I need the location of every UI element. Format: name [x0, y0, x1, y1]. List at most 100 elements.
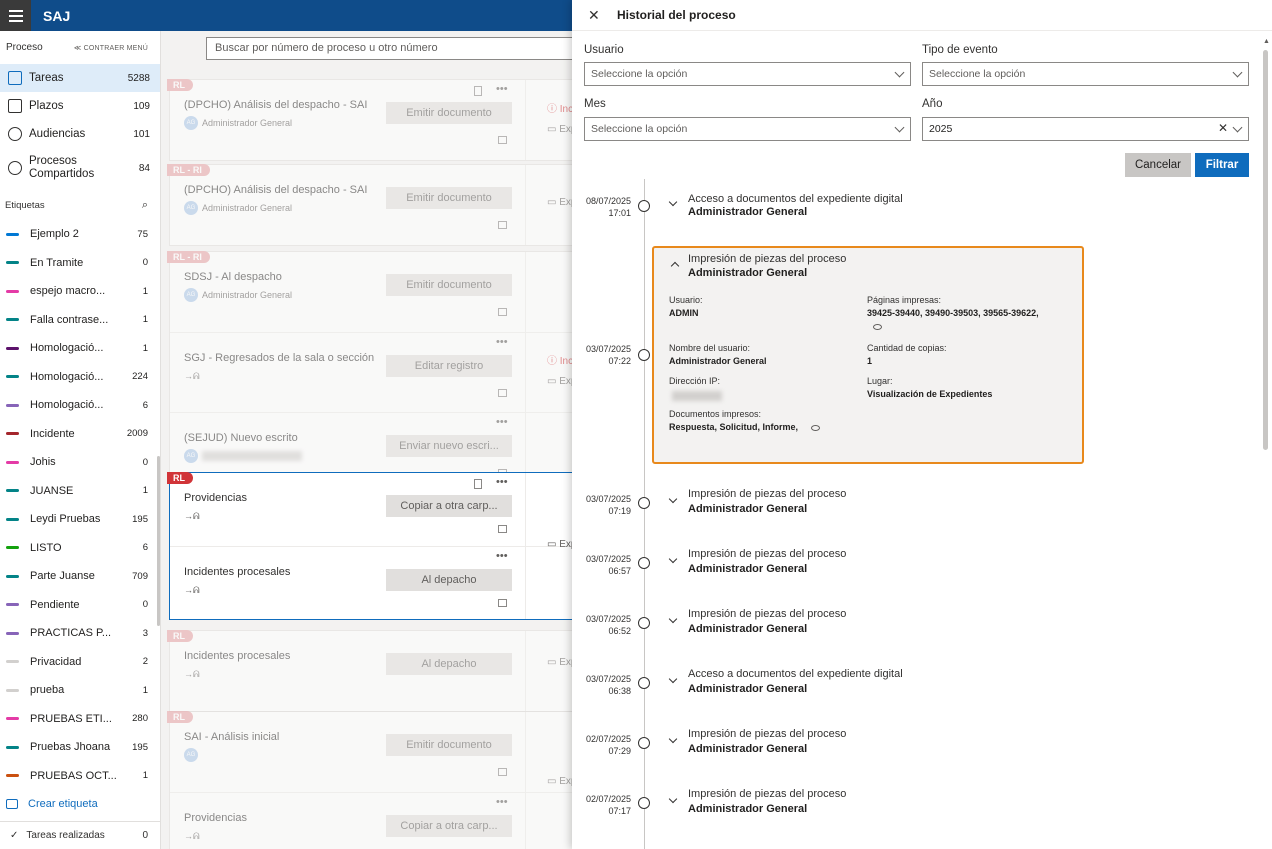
task-action-button[interactable]: Editar registro — [386, 355, 512, 377]
task-action-button[interactable]: Emitir documento — [386, 274, 512, 296]
event-title: Impresión de piezas del proceso — [688, 728, 847, 740]
tag-label: PRACTICAS P... — [30, 627, 112, 640]
sidebar-tag-item[interactable]: PRACTICAS P... 3 — [0, 619, 160, 648]
sidebar-tag-item[interactable]: En Tramite 0 — [0, 249, 160, 278]
scroll-up-icon[interactable]: ▲ — [1263, 38, 1270, 45]
filter-user-select[interactable]: Seleccione la opción — [584, 62, 911, 86]
task-action-button[interactable]: Emitir documento — [386, 102, 512, 124]
sidebar-scrollbar[interactable] — [157, 456, 160, 626]
chevron-up-icon[interactable] — [670, 261, 680, 271]
menu-icon[interactable] — [0, 0, 31, 31]
task-action-button[interactable]: Emitir documento — [386, 734, 512, 756]
sidebar-tag-item[interactable]: Homologació... 6 — [0, 391, 160, 420]
sidebar-item-tareas[interactable]: Tareas 5288 — [0, 64, 160, 92]
more-icon[interactable]: ••• — [496, 550, 508, 562]
eye-icon[interactable] — [811, 425, 820, 431]
clear-icon[interactable]: ✕ — [1218, 121, 1228, 135]
collapse-menu-button[interactable]: ≪ CONTRAER MENÚ — [74, 44, 148, 52]
tag-label: Incidente — [30, 427, 75, 440]
task-row[interactable]: ••• Providencias →ᕱ Copiar a otra carp..… — [170, 792, 572, 849]
event-user: Administrador General — [688, 267, 808, 279]
task-action-button[interactable]: Al depacho — [386, 653, 512, 675]
sidebar-tag-item[interactable]: PRUEBAS OCT... 1 — [0, 762, 160, 791]
cancel-button[interactable]: Cancelar — [1125, 153, 1191, 177]
more-icon[interactable]: ••• — [496, 796, 508, 808]
sidebar-tag-item[interactable]: Homologació... 224 — [0, 363, 160, 392]
task-row[interactable]: ••• Providencias →ᕱ Copiar a otra carp..… — [170, 473, 572, 546]
chevron-down-icon[interactable] — [668, 614, 678, 624]
tag-color-swatch — [6, 375, 19, 379]
chevron-down-icon[interactable] — [668, 734, 678, 744]
sidebar-tag-item[interactable]: Pruebas Jhoana 195 — [0, 733, 160, 762]
sidebar-item-audiencias[interactable]: Audiencias 101 — [0, 120, 160, 148]
task-row[interactable]: ••• Incidentes procesales →ᕱ Al depacho — [170, 546, 572, 619]
task-row[interactable]: SDSJ - Al despacho AG Administrador Gener… — [170, 252, 572, 332]
sidebar-tag-item[interactable]: prueba 1 — [0, 676, 160, 705]
more-icon[interactable]: ••• — [496, 416, 508, 428]
more-icon[interactable]: ••• — [496, 83, 508, 95]
sidebar-tag-item[interactable]: Parte Juanse 709 — [0, 562, 160, 591]
tag-color-swatch — [6, 603, 19, 607]
expedient-label: ▭ Exp — [547, 776, 572, 787]
filter-month-select[interactable]: Seleccione la opción — [584, 117, 911, 141]
sidebar-tag-item[interactable]: Privacidad 2 — [0, 648, 160, 677]
sidebar-tag-item[interactable]: PRUEBAS ETI... 280 — [0, 705, 160, 734]
detail-pages-key: Páginas impresas: — [867, 295, 942, 305]
chevron-down-icon[interactable] — [668, 554, 678, 564]
panel-title: Historial del proceso — [617, 8, 736, 22]
chevron-down-icon[interactable] — [668, 494, 678, 504]
sidebar-tag-item[interactable]: Ejemplo 2 75 — [0, 220, 160, 249]
sidebar-item-procesos-compartidos[interactable]: Procesos Compartidos 84 — [0, 148, 160, 188]
event-user: Administrador General — [688, 803, 808, 815]
task-action-button[interactable]: Enviar nuevo escri... — [386, 435, 512, 457]
process-card[interactable]: RL - RI SDSJ - Al despacho AG Administrad… — [167, 251, 572, 493]
task-row[interactable]: ••• (DPCHO) Análisis del despacho - SAI … — [170, 80, 572, 160]
filter-button[interactable]: Filtrar — [1195, 153, 1249, 177]
create-tag-button[interactable]: Crear etiqueta — [0, 790, 160, 818]
task-action-button[interactable]: Copiar a otra carp... — [386, 815, 512, 837]
close-icon[interactable]: ✕ — [588, 7, 602, 24]
sidebar-tag-item[interactable]: JUANSE 1 — [0, 477, 160, 506]
task-row[interactable]: ••• SGJ - Regresados de la sala o secció… — [170, 332, 572, 412]
calendar-small-icon — [498, 136, 507, 144]
task-action-button[interactable]: Copiar a otra carp... — [386, 495, 512, 517]
sidebar-tag-item[interactable]: LISTO 6 — [0, 534, 160, 563]
task-row[interactable]: SAI - Análisis inicial AG Emitir documen… — [170, 712, 572, 792]
task-row[interactable]: Incidentes procesales →ᕱ Al depacho — [170, 631, 572, 711]
event-title: Acceso a documentos del expediente digit… — [688, 193, 903, 205]
sidebar-tag-item[interactable]: Incidente 2009 — [0, 420, 160, 449]
expedient-label: ▭ Exp — [547, 197, 572, 208]
chevron-down-icon[interactable] — [668, 197, 678, 207]
chevron-down-icon[interactable] — [668, 674, 678, 684]
search-icon[interactable]: ⌕ — [142, 199, 148, 212]
more-icon[interactable]: ••• — [496, 336, 508, 348]
completed-tasks-item[interactable]: ✓ Tareas realizadas 0 — [0, 821, 160, 849]
filter-event-type-select[interactable]: Seleccione la opción — [922, 62, 1249, 86]
more-icon[interactable]: ••• — [496, 476, 508, 488]
sidebar-tag-item[interactable]: espejo macro... 1 — [0, 277, 160, 306]
sidebar-tag-item[interactable]: Johis 0 — [0, 448, 160, 477]
process-card-selected[interactable]: RL ••• Providencias →ᕱ Copiar a otra car… — [167, 472, 572, 620]
panel-scrollbar[interactable] — [1263, 50, 1268, 450]
filter-year-select[interactable]: 2025 ✕ — [922, 117, 1249, 141]
chevron-down-icon[interactable] — [668, 794, 678, 804]
sidebar-item-plazos[interactable]: Plazos 109 — [0, 92, 160, 120]
redacted-ip — [672, 391, 722, 401]
process-card[interactable]: RL ••• (DPCHO) Análisis del despacho - S… — [167, 79, 572, 161]
search-input[interactable]: Buscar por número de proceso u otro núme… — [206, 37, 572, 60]
sidebar-tag-item[interactable]: Leydi Pruebas 195 — [0, 505, 160, 534]
sidebar-tag-item[interactable]: Homologació... 1 — [0, 334, 160, 363]
process-card[interactable]: RL SAI - Análisis inicial AG Emitir docu… — [167, 711, 572, 849]
tasks-icon — [8, 71, 22, 85]
sidebar-tag-item[interactable]: Pendiente 0 — [0, 591, 160, 620]
assign-icon: →ᕱ — [184, 585, 200, 595]
process-card[interactable]: RL - RI (DPCHO) Análisis del despacho - … — [167, 164, 572, 246]
task-row[interactable]: (DPCHO) Análisis del despacho - SAI AG Ad… — [170, 165, 572, 245]
task-action-button[interactable]: Al depacho — [386, 569, 512, 591]
tag-color-swatch — [6, 232, 19, 236]
process-card[interactable]: RL Incidentes procesales →ᕱ Al depacho ▭… — [167, 630, 572, 712]
eye-icon[interactable] — [873, 324, 882, 330]
sidebar-tag-item[interactable]: Falla contrase... 1 — [0, 306, 160, 335]
event-title: Acceso a documentos del expediente digit… — [688, 668, 903, 680]
task-action-button[interactable]: Emitir documento — [386, 187, 512, 209]
